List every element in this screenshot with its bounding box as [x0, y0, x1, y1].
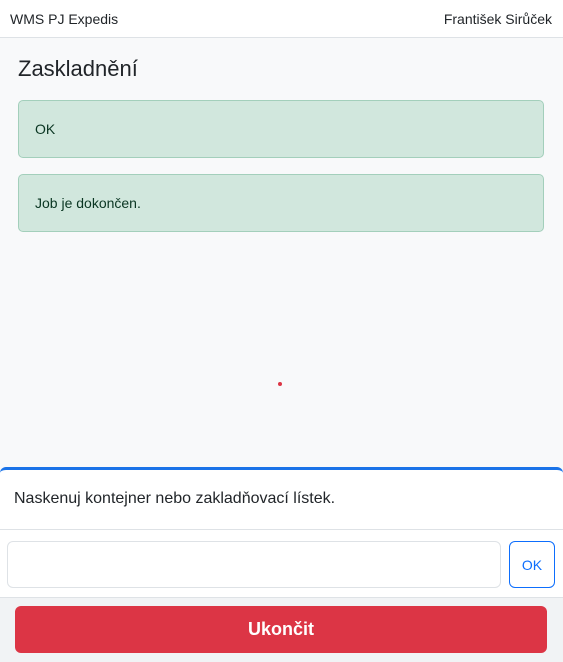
alert-text: Job je dokončen.	[35, 195, 141, 211]
user-name: František Sirůček	[443, 10, 552, 27]
app-title: WMS PJ Expedis	[10, 10, 119, 27]
finish-button[interactable]: Ukončit	[15, 606, 547, 653]
scan-prompt: Naskenuj kontejner nebo zakladňovací lís…	[14, 490, 336, 507]
scan-input[interactable]	[7, 541, 501, 588]
page-title: Zaskladnění	[18, 56, 138, 81]
footer-bar: Ukončit	[0, 597, 563, 662]
top-bar: WMS PJ Expedis František Sirůček	[0, 0, 563, 38]
success-alert-ok: OK	[18, 100, 544, 158]
loading-indicator-dot	[278, 382, 282, 386]
ok-button[interactable]: OK	[509, 541, 555, 588]
divider	[0, 529, 563, 530]
scan-panel: Naskenuj kontejner nebo zakladňovací lís…	[0, 467, 563, 662]
alert-text: OK	[35, 121, 56, 137]
page: WMS PJ Expedis František Sirůček Zasklad…	[0, 0, 563, 662]
success-alert-job-done: Job je dokončen.	[18, 174, 544, 232]
